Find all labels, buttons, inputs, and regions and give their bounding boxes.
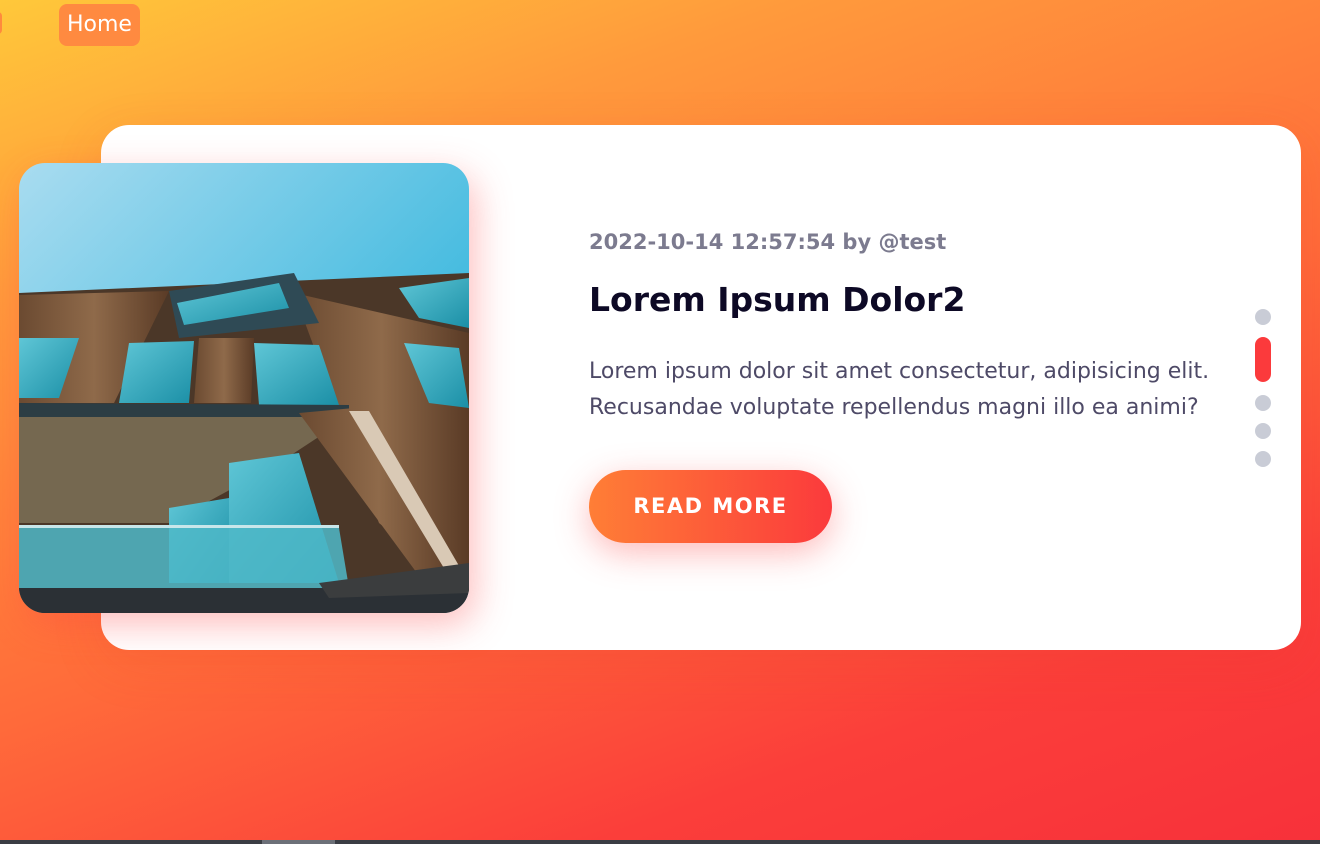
horizontal-scrollbar[interactable] bbox=[0, 840, 1320, 844]
building-photo-icon bbox=[19, 163, 469, 613]
post-meta: 2022-10-14 12:57:54 by @test bbox=[589, 230, 947, 254]
home-button[interactable]: Home bbox=[59, 4, 140, 46]
pagination-dot[interactable] bbox=[1255, 309, 1271, 325]
scrollbar-thumb[interactable] bbox=[262, 840, 335, 844]
post-description: Lorem ipsum dolor sit amet consectetur, … bbox=[589, 359, 1210, 420]
edge-tab[interactable] bbox=[0, 12, 2, 34]
pagination-dot[interactable] bbox=[1255, 451, 1271, 467]
pagination-dot[interactable] bbox=[1255, 395, 1271, 411]
pagination-dot[interactable] bbox=[1255, 423, 1271, 439]
post-title: Lorem Ipsum Dolor2 bbox=[589, 280, 966, 319]
pagination-dot[interactable] bbox=[1255, 337, 1271, 382]
slider-pagination bbox=[1255, 309, 1271, 479]
read-more-button[interactable]: READ MORE bbox=[589, 470, 832, 543]
post-image bbox=[19, 163, 469, 613]
